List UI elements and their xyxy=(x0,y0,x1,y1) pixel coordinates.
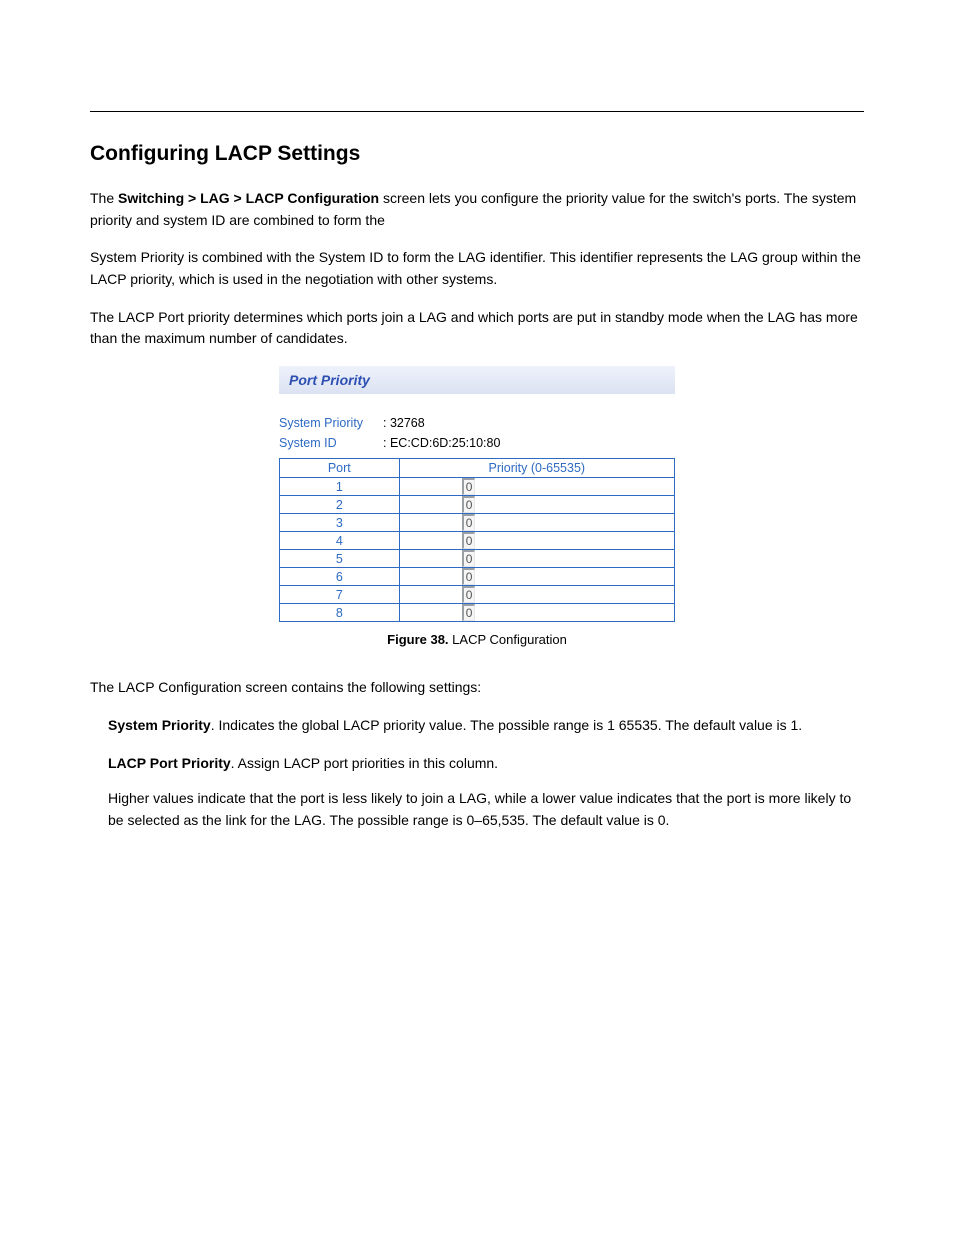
table-row: 5 0 xyxy=(280,550,675,568)
priority-input[interactable]: 0 xyxy=(462,514,476,531)
priority-input[interactable]: 0 xyxy=(462,550,476,567)
settings-intro: The LACP Configuration screen contains t… xyxy=(90,677,864,699)
table-row: 6 0 xyxy=(280,568,675,586)
intro-paragraph-1: The Switching > LAG > LACP Configuration… xyxy=(90,188,864,231)
port-cell: 3 xyxy=(280,514,400,532)
port-cell: 8 xyxy=(280,604,400,622)
priority-input[interactable]: 0 xyxy=(462,532,476,549)
priority-cell: 0 xyxy=(399,496,674,514)
screen-path: Switching > LAG > LACP Configuration xyxy=(118,190,379,206)
intro-paragraph-3: The LACP Port priority determines which … xyxy=(90,307,864,350)
table-row: 2 0 xyxy=(280,496,675,514)
priority-input[interactable]: 0 xyxy=(462,568,476,585)
setting-1: System Priority. Indicates the global LA… xyxy=(108,715,864,737)
port-cell: 2 xyxy=(280,496,400,514)
setting-1-text: . Indicates the global LACP priority val… xyxy=(211,717,802,733)
priority-input[interactable]: 0 xyxy=(462,604,476,621)
colon: : xyxy=(383,436,390,450)
intro-text-1: The xyxy=(90,190,118,206)
system-id-row: System ID: EC:CD:6D:25:10:80 xyxy=(279,436,675,450)
page-header-rule xyxy=(90,40,864,112)
system-priority-value: 32768 xyxy=(390,416,425,430)
priority-cell: 0 xyxy=(399,478,674,496)
table-row: 3 0 xyxy=(280,514,675,532)
priority-cell: 0 xyxy=(399,514,674,532)
port-cell: 1 xyxy=(280,478,400,496)
port-priority-panel: Port Priority System Priority: 32768 Sys… xyxy=(279,366,675,622)
priority-cell: 0 xyxy=(399,604,674,622)
setting-1-label: System Priority xyxy=(108,717,211,733)
port-cell: 6 xyxy=(280,568,400,586)
port-cell: 5 xyxy=(280,550,400,568)
intro-paragraph-2: System Priority is combined with the Sys… xyxy=(90,247,864,290)
table-row: 1 0 xyxy=(280,478,675,496)
priority-cell: 0 xyxy=(399,550,674,568)
priority-cell: 0 xyxy=(399,586,674,604)
setting-2-text-c: . The default value is 0. xyxy=(525,812,670,828)
port-priority-table: Port Priority (0-65535) 1 0 2 0 3 0 xyxy=(279,458,675,622)
table-row: 7 0 xyxy=(280,586,675,604)
col-header-port: Port xyxy=(280,459,400,478)
panel-meta: System Priority: 32768 System ID: EC:CD:… xyxy=(279,416,675,450)
setting-2-text-a: . Assign LACP port priorities in this co… xyxy=(231,755,498,771)
figure-caption: Figure 38. LACP Configuration xyxy=(90,632,864,647)
port-cell: 4 xyxy=(280,532,400,550)
priority-input[interactable]: 0 xyxy=(462,496,476,513)
priority-input[interactable]: 0 xyxy=(462,478,476,495)
setting-2-label: LACP Port Priority xyxy=(108,755,231,771)
panel-title: Port Priority xyxy=(279,366,675,394)
system-id-value: EC:CD:6D:25:10:80 xyxy=(390,436,500,450)
col-header-priority: Priority (0-65535) xyxy=(399,459,674,478)
priority-cell: 0 xyxy=(399,568,674,586)
setting-2: LACP Port Priority. Assign LACP port pri… xyxy=(108,753,864,832)
table-row: 4 0 xyxy=(280,532,675,550)
priority-input[interactable]: 0 xyxy=(462,586,476,603)
system-id-label: System ID xyxy=(279,436,383,450)
colon: : xyxy=(383,416,390,430)
port-cell: 7 xyxy=(280,586,400,604)
page-title: Configuring LACP Settings xyxy=(90,142,864,166)
system-priority-label: System Priority xyxy=(279,416,383,430)
figure-label: Figure 38. xyxy=(387,632,452,647)
priority-cell: 0 xyxy=(399,532,674,550)
table-row: 8 0 xyxy=(280,604,675,622)
system-priority-row: System Priority: 32768 xyxy=(279,416,675,430)
setting-2-range: 0–65,535 xyxy=(467,812,525,828)
figure-caption-text: LACP Configuration xyxy=(452,632,567,647)
